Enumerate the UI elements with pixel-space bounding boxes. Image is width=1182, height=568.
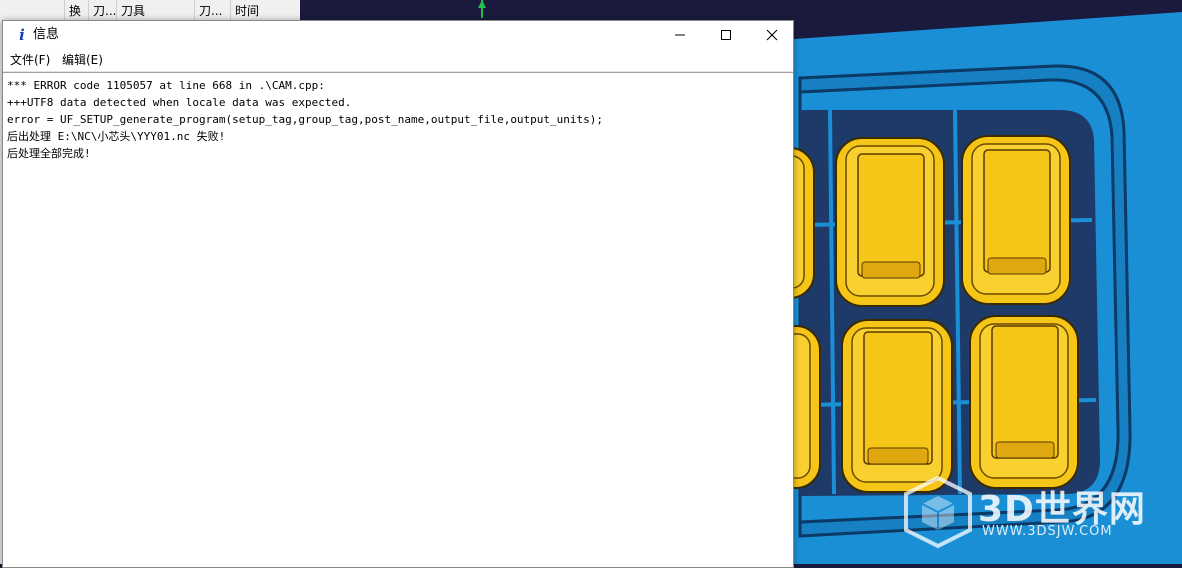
part-bottom-middle bbox=[841, 319, 953, 493]
column-header[interactable]: 刀具 bbox=[116, 0, 194, 22]
maximize-icon bbox=[721, 30, 731, 40]
info-line: *** ERROR code 1105057 at line 668 in .\… bbox=[7, 79, 325, 92]
info-line: 后处理全部完成! bbox=[7, 147, 91, 160]
column-header[interactable]: 刀... bbox=[88, 0, 116, 22]
close-button[interactable] bbox=[749, 21, 795, 49]
part-top-middle bbox=[835, 137, 945, 307]
dialog-title: 信息 bbox=[33, 27, 60, 42]
watermark-url: WWW.3DSJW.COM bbox=[982, 524, 1113, 539]
info-line: 后出处理 E:\NC\小芯头\YYY01.nc 失败! bbox=[7, 130, 226, 143]
column-header[interactable]: 时间 bbox=[230, 0, 264, 22]
info-line: error = UF_SETUP_generate_program(setup_… bbox=[7, 113, 604, 126]
cube-logo-icon bbox=[904, 475, 972, 549]
menu-file[interactable]: 文件(F) bbox=[10, 52, 50, 68]
minimize-icon bbox=[675, 34, 685, 36]
column-header[interactable]: 刀... bbox=[194, 0, 230, 22]
column-header[interactable]: 换 bbox=[64, 0, 88, 22]
info-dialog: i 信息 文件(F) 编辑(E) *** ERROR code 1105057 … bbox=[2, 20, 794, 568]
close-icon bbox=[766, 29, 778, 41]
watermark: 3D世界网 WWW.3DSJW.COM bbox=[902, 474, 1172, 554]
info-text-area[interactable]: *** ERROR code 1105057 at line 668 in .\… bbox=[3, 72, 793, 567]
info-i-icon: i bbox=[19, 26, 25, 44]
minimize-button[interactable] bbox=[657, 21, 703, 49]
info-line: +++UTF8 data detected when locale data w… bbox=[7, 96, 352, 109]
dialog-menubar: 文件(F) 编辑(E) bbox=[3, 49, 793, 72]
maximize-button[interactable] bbox=[703, 21, 749, 49]
part-top-right bbox=[961, 135, 1071, 305]
menu-edit[interactable]: 编辑(E) bbox=[62, 52, 103, 68]
part-bottom-right bbox=[969, 315, 1079, 489]
dialog-titlebar[interactable]: i 信息 bbox=[3, 21, 793, 49]
